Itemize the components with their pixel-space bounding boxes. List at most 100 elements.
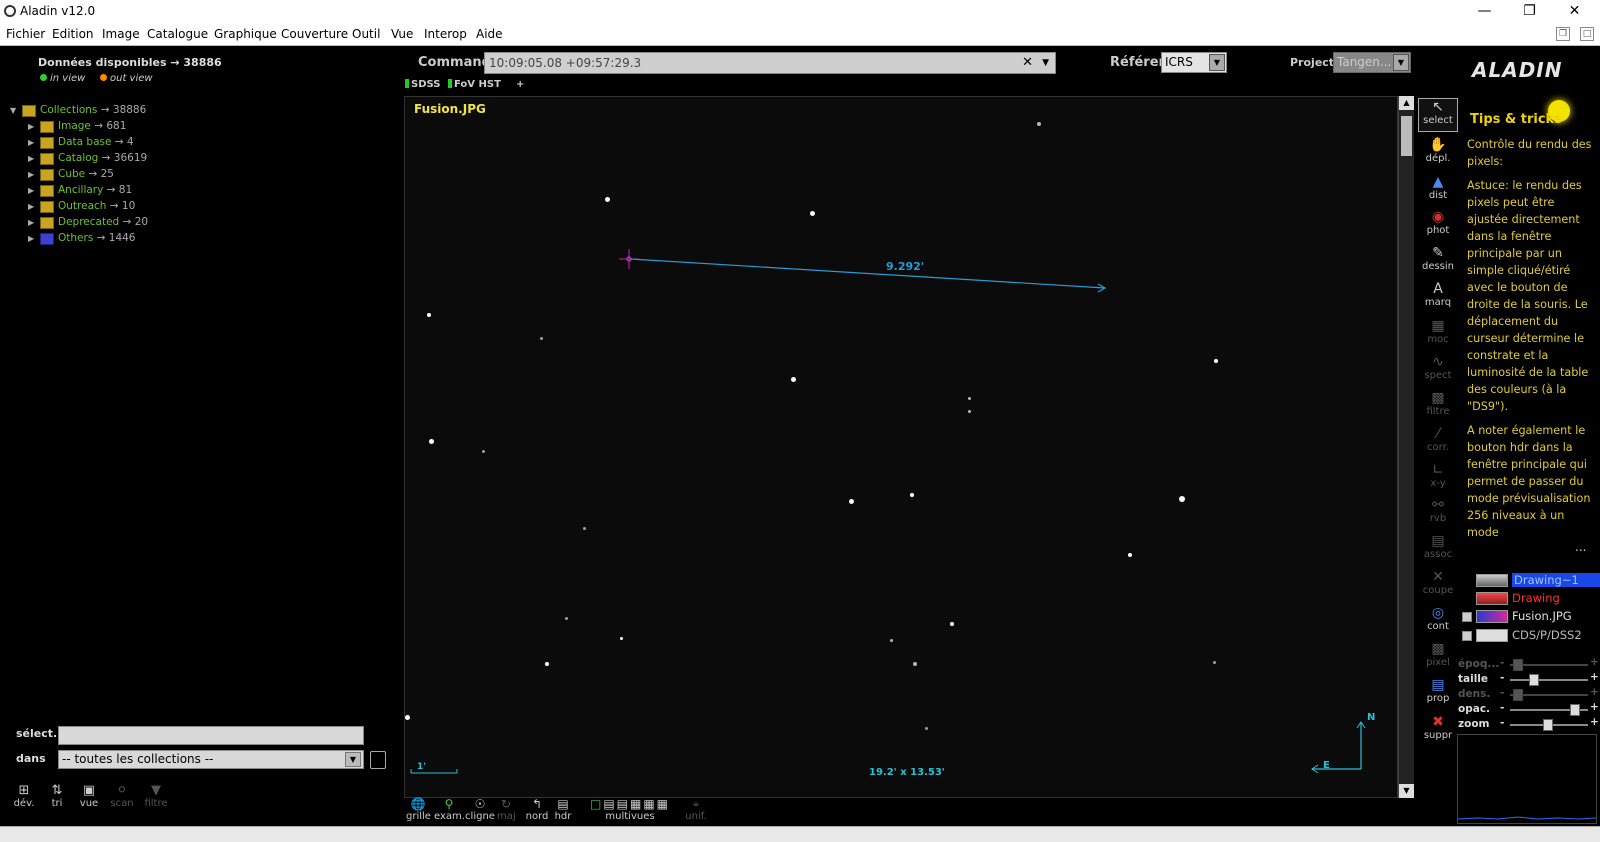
delete-tool[interactable]: ✖ suppr — [1418, 714, 1458, 741]
pencil-icon: ✎ — [1432, 245, 1444, 261]
expand-triangle-icon[interactable]: ▼ — [10, 106, 16, 115]
blink-button[interactable]: ☉ cligne — [464, 797, 496, 823]
expand-triangle-icon[interactable]: ▶ — [28, 202, 34, 211]
pan-tool[interactable]: ✋ dépl. — [1418, 137, 1458, 164]
correction-tool[interactable]: ⁄ corr. — [1418, 426, 1458, 453]
bookmark-icon[interactable] — [370, 751, 386, 769]
menu-fichier[interactable]: Fichier — [6, 27, 45, 41]
menu-edition[interactable]: Edition — [52, 27, 94, 41]
scroll-up-icon[interactable]: ▲ — [1399, 96, 1414, 110]
menu-couverture[interactable]: Couverture — [281, 27, 348, 41]
pixel-tool[interactable]: ▩ pixel — [1418, 641, 1458, 668]
expand-triangle-icon[interactable]: ▶ — [28, 218, 34, 227]
examine-button[interactable]: ⚲ exam. — [434, 798, 465, 823]
rgb-tool[interactable]: ⚯ rvb — [1418, 497, 1458, 524]
opacity-slider[interactable]: opac. - + — [1458, 701, 1599, 717]
folder-icon — [40, 121, 54, 133]
clear-icon[interactable]: ✕ — [1022, 53, 1033, 73]
survey-tab-fov-hst[interactable]: FoV HST — [448, 79, 501, 90]
menu-outil[interactable]: Outil — [352, 27, 380, 41]
sort-button[interactable]: ⇅ tri — [48, 784, 66, 810]
histogram-preview — [1457, 816, 1597, 820]
layer-visibility-checkbox[interactable] — [1462, 612, 1472, 622]
chevron-down-icon[interactable]: ▼ — [1209, 54, 1225, 71]
menu-graphique[interactable]: Graphique — [214, 27, 277, 41]
eye-icon: ☉ — [474, 797, 486, 811]
view-button[interactable]: ▣ vue — [78, 784, 100, 810]
fullscreen-icon[interactable]: □ — [1580, 27, 1594, 41]
multiview-button[interactable]: □▤▤▦▦▦ multivues — [580, 798, 680, 823]
minimize-button[interactable]: — — [1462, 0, 1507, 24]
scan-button[interactable]: ⚪ scan — [109, 784, 135, 810]
select-tool[interactable]: ↖ select — [1418, 98, 1458, 132]
expand-triangle-icon[interactable]: ▶ — [28, 186, 34, 195]
scroll-thumb[interactable] — [1401, 116, 1412, 156]
spectrum-tool[interactable]: ∿ spect — [1418, 354, 1458, 381]
menu-vue[interactable]: Vue — [391, 27, 413, 41]
slash-icon: ⁄ — [1436, 426, 1440, 442]
moc-tool[interactable]: ▦ moc — [1418, 318, 1458, 345]
unify-button[interactable]: ⌖ unif. — [684, 798, 708, 823]
distance-measure-line[interactable] — [630, 258, 1107, 293]
collection-scope-select[interactable]: -- toutes les collections -- ▼ — [58, 750, 364, 769]
filter-tool[interactable]: ▩ filtre — [1418, 390, 1458, 417]
layer-cds-dss2[interactable]: CDS/P/DSS2 — [1462, 627, 1600, 644]
slider-knob[interactable] — [1529, 674, 1539, 686]
slider-knob[interactable] — [1543, 719, 1553, 731]
legend-in-view: in view — [40, 73, 85, 84]
chevron-down-icon[interactable]: ▼ — [1042, 53, 1049, 73]
frame-select[interactable]: ICRS ▼ — [1161, 52, 1227, 73]
image-scrollbar[interactable]: ▲ ▼ — [1398, 96, 1414, 798]
command-input[interactable]: 10:09:05.08 +09:57:29.3 ✕ ▼ — [484, 52, 1056, 74]
projection-select[interactable]: Tangen... ▼ — [1333, 52, 1411, 73]
assoc-tool[interactable]: ▤ assoc — [1418, 533, 1458, 560]
scroll-down-icon[interactable]: ▼ — [1399, 784, 1414, 798]
menu-interop[interactable]: Interop — [424, 27, 467, 41]
expand-triangle-icon[interactable]: ▶ — [28, 122, 34, 131]
north-button[interactable]: ↰ nord — [524, 798, 550, 823]
menu-catalogue[interactable]: Catalogue — [147, 27, 208, 41]
image-view[interactable]: Fusion.JPG 9.292' 1' 19.2' x 13.53' N E — [404, 96, 1398, 798]
menu-aide[interactable]: Aide — [476, 27, 503, 41]
grid-button[interactable]: 🌐 grille — [406, 798, 431, 823]
draw-tool[interactable]: ✎ dessin — [1418, 245, 1458, 272]
expand-triangle-icon[interactable]: ▶ — [28, 234, 34, 243]
slider-knob[interactable] — [1513, 689, 1523, 701]
survey-tab-sdss[interactable]: SDSS — [405, 79, 440, 90]
filter-button[interactable]: ▼ filtre — [143, 784, 169, 810]
properties-tool[interactable]: ▤ prop — [1418, 677, 1458, 704]
slider-knob[interactable] — [1513, 659, 1523, 671]
layer-drawing[interactable]: Drawing — [1462, 590, 1600, 607]
mark-tool[interactable]: Amarq — [1418, 281, 1458, 308]
contour-tool[interactable]: ◎ cont — [1418, 605, 1458, 632]
restore-button[interactable]: ❐ — [1507, 0, 1552, 24]
cut-tool[interactable]: ✕ coupe — [1418, 569, 1458, 596]
density-slider[interactable]: dens. - + — [1458, 686, 1599, 702]
menu-image[interactable]: Image — [102, 27, 140, 41]
distance-tool[interactable]: ▲ dist — [1418, 174, 1458, 201]
dev-button[interactable]: ⊞ dév. — [12, 784, 36, 810]
tips-more-button[interactable]: ... — [1575, 540, 1586, 554]
zoom-slider[interactable]: zoom - + — [1458, 716, 1599, 732]
compass — [1311, 721, 1366, 774]
hdr-button[interactable]: ▤ hdr — [552, 798, 574, 823]
zoom-preview-panel[interactable] — [1457, 734, 1597, 824]
photometry-tool[interactable]: ◉ phot — [1418, 209, 1458, 236]
slider-knob[interactable] — [1570, 704, 1580, 716]
expand-triangle-icon[interactable]: ▶ — [28, 138, 34, 147]
close-window-button[interactable]: ✕ — [1552, 0, 1597, 24]
add-survey-tab[interactable]: + — [516, 79, 524, 90]
epoch-slider[interactable]: époq... - + — [1458, 656, 1599, 672]
chevron-down-icon[interactable]: ▼ — [1393, 54, 1409, 71]
expand-triangle-icon[interactable]: ▶ — [28, 154, 34, 163]
update-button[interactable]: ↻ maj — [497, 798, 516, 823]
detach-icon[interactable]: ❐ — [1556, 27, 1570, 41]
select-filter-input[interactable] — [58, 726, 364, 745]
layer-fusion-jpg[interactable]: Fusion.JPG — [1462, 608, 1600, 625]
layer-visibility-checkbox[interactable] — [1462, 631, 1472, 641]
size-slider[interactable]: taille - + — [1458, 671, 1599, 687]
layer-drawing-1[interactable]: Drawing~1 — [1462, 572, 1600, 589]
chevron-down-icon[interactable]: ▼ — [345, 752, 361, 767]
expand-triangle-icon[interactable]: ▶ — [28, 170, 34, 179]
xy-tool[interactable]: ∟ x-y — [1418, 462, 1458, 489]
